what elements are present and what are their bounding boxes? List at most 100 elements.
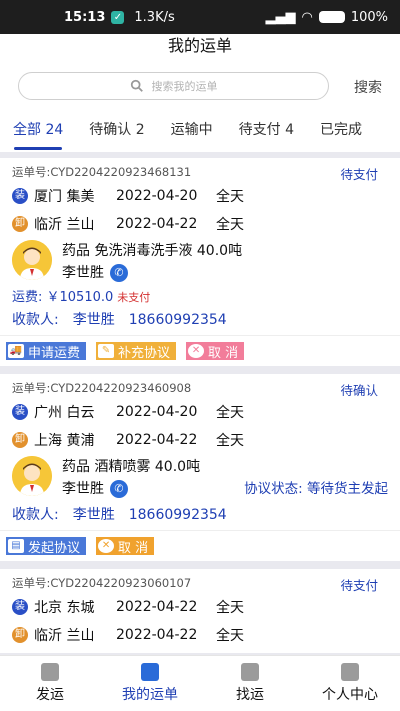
edit-icon: ✎ bbox=[98, 344, 115, 358]
signal-icon: ▂▄▆ bbox=[265, 9, 296, 25]
avatar bbox=[12, 456, 52, 496]
driver-avatar-icon bbox=[12, 240, 52, 280]
freight-row: 运费: ￥10510.0 未支付 bbox=[12, 286, 388, 305]
tab-all[interactable]: 全部 24 bbox=[0, 112, 76, 152]
tab-in-transit[interactable]: 运输中 bbox=[158, 112, 226, 152]
apply-freight-button[interactable]: 🚚 申请运费 bbox=[6, 342, 87, 361]
document-icon bbox=[141, 663, 159, 681]
order-status: 待确认 bbox=[340, 383, 378, 398]
document-icon: ▤ bbox=[8, 539, 24, 553]
unload-time: 全天 bbox=[216, 628, 244, 644]
unload-time: 全天 bbox=[216, 433, 244, 449]
unload-route: 卸 临沂 兰山 2022-04-22 全天 bbox=[12, 623, 388, 647]
phone-icon[interactable]: ✆ bbox=[110, 264, 128, 282]
unload-date: 2022-04-22 bbox=[116, 432, 198, 448]
nav-my-orders-label: 我的运单 bbox=[122, 687, 178, 703]
order-tabs: 全部 24 待确认 2 运输中 待支付 4 已完成 bbox=[0, 112, 400, 152]
tab-completed[interactable]: 已完成 bbox=[307, 112, 375, 152]
order-actions: 🚚 申请运费 ✎ 补充协议 ✕ 取 消 bbox=[0, 335, 400, 361]
nav-profile-label: 个人中心 bbox=[322, 687, 378, 703]
order-card[interactable]: 运单号:CYD2204220923468131 待支付 装 厦门 集美 2022… bbox=[0, 158, 400, 366]
load-city: 厦门 集美 bbox=[34, 189, 95, 205]
load-time: 全天 bbox=[216, 189, 244, 205]
driver-avatar-icon bbox=[12, 456, 52, 496]
nav-find-shipment[interactable]: 找运 bbox=[200, 656, 300, 711]
unload-city: 临沂 兰山 bbox=[34, 628, 95, 644]
receiver-label: 收款人: bbox=[12, 507, 59, 523]
cancel-label: 取 消 bbox=[208, 345, 239, 361]
driver-name: 李世胜 bbox=[62, 481, 104, 497]
load-time: 全天 bbox=[216, 405, 244, 421]
apply-freight-label: 申请运费 bbox=[28, 345, 81, 361]
freight-amount: 运费: ￥10510.0 bbox=[12, 290, 114, 305]
status-bar: 15:13 ✓ 1.3K/s ▂▄▆ ◠ 100% bbox=[0, 0, 400, 34]
receiver-row: 收款人: 李世胜 18660992354 bbox=[12, 309, 388, 329]
order-card[interactable]: 运单号:CYD2204220923460908 待确认 装 广州 白云 2022… bbox=[0, 374, 400, 561]
phone-icon[interactable]: ✆ bbox=[110, 480, 128, 498]
receiver-row: 收款人: 李世胜 18660992354 bbox=[12, 504, 388, 524]
unload-badge-icon: 卸 bbox=[12, 432, 28, 448]
cancel-button[interactable]: ✕ 取 消 bbox=[186, 342, 245, 361]
receiver-name: 李世胜 bbox=[72, 507, 115, 523]
tab-pending-payment[interactable]: 待支付 4 bbox=[226, 112, 307, 152]
search-bar: 搜索我的运单 搜索 bbox=[0, 70, 400, 102]
initiate-agreement-button[interactable]: ▤ 发起协议 bbox=[6, 537, 87, 556]
cancel-button[interactable]: ✕ 取 消 bbox=[96, 537, 155, 556]
search-button[interactable]: 搜索 bbox=[354, 77, 382, 97]
close-icon: ✕ bbox=[98, 539, 115, 553]
tab-pending-confirm[interactable]: 待确认 2 bbox=[76, 112, 157, 152]
load-route: 装 北京 东城 2022-04-22 全天 bbox=[12, 595, 388, 619]
load-badge-icon: 装 bbox=[12, 188, 28, 204]
load-date: 2022-04-22 bbox=[116, 599, 198, 615]
nav-ship[interactable]: 发运 bbox=[0, 656, 100, 711]
avatar bbox=[12, 240, 52, 280]
search-input[interactable]: 搜索我的运单 bbox=[18, 72, 329, 100]
wifi-icon: ◠ bbox=[301, 9, 313, 25]
payment-status: 未支付 bbox=[117, 291, 151, 304]
nav-find-shipment-label: 找运 bbox=[236, 687, 264, 703]
truck-icon bbox=[241, 663, 259, 681]
load-city: 广州 白云 bbox=[34, 405, 95, 421]
order-actions: ▤ 发起协议 ✕ 取 消 bbox=[0, 530, 400, 556]
goods-description: 药品 酒精喷雾 40.0吨 bbox=[62, 459, 201, 475]
receiver-name: 李世胜 bbox=[72, 312, 115, 328]
unload-city: 临沂 兰山 bbox=[34, 217, 95, 233]
goods-description: 药品 免洗消毒洗手液 40.0吨 bbox=[62, 243, 243, 259]
load-date: 2022-04-20 bbox=[116, 188, 198, 204]
receiver-label: 收款人: bbox=[12, 312, 59, 328]
notification-icon: ✓ bbox=[111, 10, 125, 24]
receiver-phone: 18660992354 bbox=[128, 507, 227, 523]
order-number: 运单号:CYD2204220923460908 bbox=[12, 381, 192, 395]
goods-info: 药品 免洗消毒洗手液 40.0吨 李世胜 ✆ bbox=[12, 240, 388, 284]
network-speed: 1.3K/s bbox=[134, 9, 175, 25]
order-status: 待支付 bbox=[340, 578, 378, 593]
load-route: 装 广州 白云 2022-04-20 全天 bbox=[12, 400, 388, 424]
order-number: 运单号:CYD2204220923060107 bbox=[12, 576, 192, 590]
driver-row: 李世胜 ✆ bbox=[62, 262, 388, 284]
order-status: 待支付 bbox=[340, 167, 378, 182]
load-badge-icon: 装 bbox=[12, 404, 28, 420]
protocol-status: 协议状态: 等待货主发起 bbox=[244, 481, 388, 497]
nav-ship-label: 发运 bbox=[36, 687, 64, 703]
nav-profile[interactable]: 个人中心 bbox=[300, 656, 400, 711]
unload-date: 2022-04-22 bbox=[116, 627, 198, 643]
driver-row: 李世胜 ✆ 协议状态: 等待货主发起 bbox=[62, 478, 388, 500]
driver-name: 李世胜 bbox=[62, 265, 104, 281]
order-card[interactable]: 运单号:CYD2204220923060107 待支付 装 北京 东城 2022… bbox=[0, 569, 400, 653]
status-time: 15:13 bbox=[64, 9, 106, 25]
goods-info: 药品 酒精喷雾 40.0吨 李世胜 ✆ 协议状态: 等待货主发起 bbox=[12, 456, 388, 500]
order-list: 运单号:CYD2204220923468131 待支付 装 厦门 集美 2022… bbox=[0, 152, 400, 655]
supplement-agreement-button[interactable]: ✎ 补充协议 bbox=[96, 342, 177, 361]
nav-my-orders[interactable]: 我的运单 bbox=[100, 656, 200, 711]
status-icons: ▂▄▆ ◠ 100% bbox=[265, 10, 388, 25]
search-icon bbox=[130, 79, 143, 92]
cancel-label: 取 消 bbox=[118, 540, 149, 556]
supplement-agreement-label: 补充协议 bbox=[118, 345, 171, 361]
battery-level: 100% bbox=[350, 9, 388, 25]
search-placeholder: 搜索我的运单 bbox=[151, 80, 218, 93]
bottom-nav: 发运 我的运单 找运 个人中心 bbox=[0, 655, 400, 711]
unload-time: 全天 bbox=[216, 217, 244, 233]
battery-icon bbox=[318, 11, 345, 23]
unload-route: 卸 上海 黄浦 2022-04-22 全天 bbox=[12, 428, 388, 452]
load-time: 全天 bbox=[216, 600, 244, 616]
